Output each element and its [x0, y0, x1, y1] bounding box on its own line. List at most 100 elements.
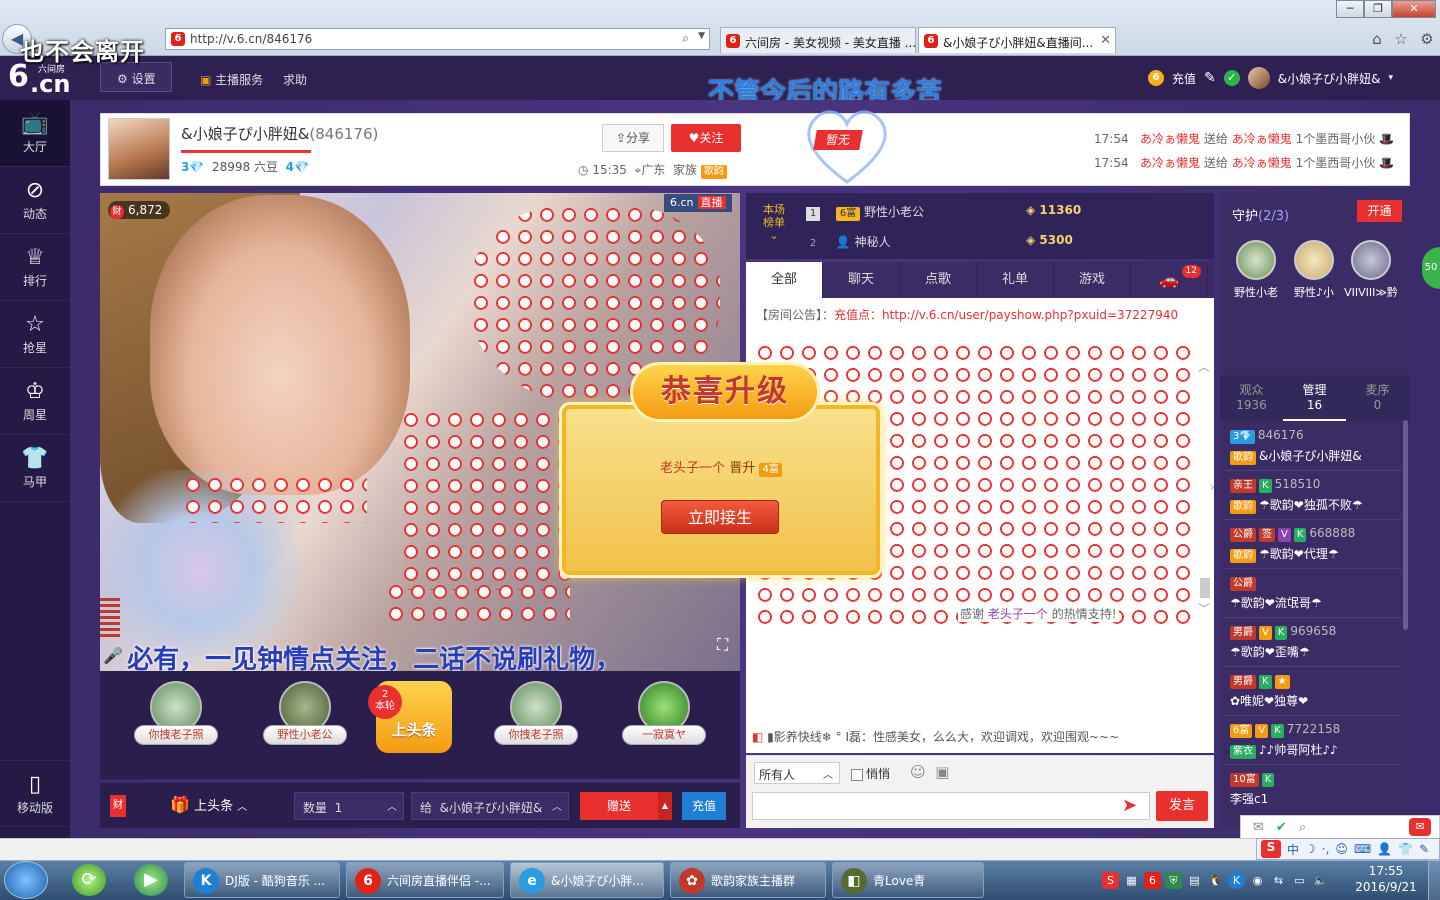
emoji-icon[interactable]: ☺	[910, 763, 926, 781]
follow-button[interactable]: ♥关注	[671, 124, 741, 152]
show-desktop-button[interactable]	[1428, 860, 1440, 900]
user-row[interactable]: 亲王 K 518510	[1230, 477, 1402, 493]
shirt-icon[interactable]: 👕	[1398, 842, 1413, 856]
star-icon[interactable]: ☆	[1394, 30, 1407, 50]
ime-mode[interactable]: 中	[1287, 841, 1299, 858]
6cn-tray-icon[interactable]: 6	[1144, 871, 1161, 889]
recharge-button[interactable]: 充值	[682, 792, 726, 820]
nav-vest[interactable]: 👕 马甲	[0, 435, 70, 502]
user-row[interactable]: 男爵 V K 969658	[1230, 624, 1402, 640]
user-name-row[interactable]: 李强c1	[1230, 790, 1402, 807]
tab-audience[interactable]: 观众 1936	[1220, 375, 1283, 421]
ranking-label[interactable]: 本场榜单 ⌄	[760, 203, 788, 242]
user-row[interactable]: 男爵 K ★	[1230, 673, 1402, 689]
moon-icon[interactable]: ☽	[1305, 842, 1316, 856]
gear-icon[interactable]: ⚙	[1420, 30, 1433, 50]
speaker-icon[interactable]: 🔈	[1312, 872, 1329, 889]
chat-bubble-icon[interactable]: ✉	[1409, 818, 1431, 836]
network-icon[interactable]: ▦	[1123, 872, 1140, 889]
tab-all[interactable]: 全部	[746, 262, 823, 298]
system-clock[interactable]: 17:55 2016/9/21	[1350, 863, 1422, 897]
anchor-service-link[interactable]: ▣ 主播服务	[200, 71, 263, 88]
refresh-app-icon[interactable]: ⟳	[72, 864, 106, 896]
user-icon[interactable]: 👤	[1377, 842, 1392, 856]
maximize-button[interactable]: ❐	[1364, 0, 1392, 18]
user-list-scrollbar[interactable]	[1403, 420, 1408, 630]
header-username[interactable]: &小娘子ぴ小胖妞&	[1278, 70, 1381, 87]
user-row[interactable]: 6富 V K 7722158	[1230, 722, 1402, 738]
user-name-row[interactable]: 歌韵 ☂歌韵❤独孤不败☂	[1230, 496, 1402, 514]
gift-from[interactable]: あ冷ぁ懒鬼	[1140, 132, 1200, 146]
wrench-icon[interactable]: ✎	[1419, 842, 1429, 856]
user-row[interactable]: 10富 K	[1230, 771, 1402, 787]
nav-weekly-star[interactable]: ♔ 周星	[0, 368, 70, 435]
gift-item[interactable]: 你拽老子照	[126, 681, 226, 761]
ranking-row[interactable]: 2 👤 神秘人 ◈ 5300	[806, 233, 1106, 251]
taskbar-button[interactable]: ◧ 青Love青	[832, 862, 984, 898]
chevron-down-icon[interactable]: ﹀	[1198, 600, 1210, 617]
avatar[interactable]	[1247, 67, 1270, 89]
search-icon[interactable]: ⌕	[682, 31, 689, 46]
help-link[interactable]: 求助	[283, 71, 307, 88]
chevron-right-icon[interactable]: ›	[1210, 480, 1220, 500]
chevron-down-icon[interactable]: ▾	[1388, 73, 1393, 83]
share-button[interactable]: ⇪分享	[602, 124, 664, 152]
anchor-avatar[interactable]	[108, 118, 170, 180]
user-name-row[interactable]: ☂歌韵❤歪嘴☂	[1230, 643, 1402, 660]
tab-car[interactable]: 🚗 12	[1131, 262, 1208, 298]
taskbar-button[interactable]: e &小娘子ぴ小胖...	[510, 862, 664, 898]
ranking-row[interactable]: 1 6富 野性小老公 ◈ 11360	[806, 203, 1106, 221]
gift-item[interactable]: 一寂寞ヤ	[614, 681, 714, 761]
tab-gifts[interactable]: 礼单	[977, 262, 1054, 298]
gift-to[interactable]: あ冷ぁ懒鬼	[1232, 132, 1292, 146]
recipient-select[interactable]: 所有人 ︿	[754, 762, 840, 784]
taskbar-button[interactable]: 6 六间房直播伴侣 -...	[346, 862, 504, 898]
send-gift-button[interactable]: 赠送	[580, 792, 658, 820]
smile-icon[interactable]: ☺	[1335, 842, 1348, 856]
nav-mobile[interactable]: ▯ 移动版	[0, 760, 70, 827]
nav-feed[interactable]: ⊘ 动态	[0, 167, 70, 234]
browser-tab-room[interactable]: 6 &小娘子ぴ小胖妞&直播间... ✕	[918, 27, 1116, 53]
chevron-down-icon[interactable]: ▼	[698, 31, 705, 41]
close-window-button[interactable]: ✕	[1392, 0, 1436, 18]
shield-icon[interactable]: ⛨	[1165, 871, 1182, 889]
notice-link[interactable]: http://v.6.cn/user/payshow.php?pxuid=372…	[882, 308, 1178, 322]
headline-button[interactable]: 🎁 上头条 ︿	[170, 795, 247, 814]
home-icon[interactable]: ⌂	[1372, 30, 1382, 50]
mic-icon[interactable]: 🎤	[103, 646, 123, 665]
levelup-accept-button[interactable]: 立即接生	[661, 500, 779, 534]
whisper-checkbox[interactable]	[851, 768, 863, 781]
display-icon[interactable]: ▭	[1291, 872, 1308, 889]
browser-tab-6cn[interactable]: 6 六间房 - 美女视频 - 美女直播 ...	[720, 27, 916, 53]
check-icon[interactable]: ✔	[1276, 820, 1287, 835]
quantity-select[interactable]: 数量 1 ︿	[294, 792, 404, 820]
punct-icon[interactable]: ·,	[1322, 842, 1330, 856]
user-name-row[interactable]: 歌韵 &小娘子ぴ小胖妞&	[1230, 447, 1402, 465]
open-guard-button[interactable]: 开通	[1357, 200, 1402, 222]
close-icon[interactable]: ✕	[1100, 33, 1111, 48]
mail-icon[interactable]: ✉	[1253, 820, 1264, 835]
scroll-thumb[interactable]	[1200, 578, 1210, 598]
wealth-icon[interactable]: 财	[110, 795, 126, 817]
gift-item[interactable]: 野性小老公	[255, 681, 355, 761]
sogou-tray-icon[interactable]: S	[1102, 871, 1119, 889]
minimize-button[interactable]: ─	[1336, 0, 1364, 18]
paper-plane-icon[interactable]: ➤	[1122, 795, 1137, 816]
user-name-row[interactable]: ✿唯妮❤独尊❤	[1230, 692, 1402, 709]
gift-to[interactable]: あ冷ぁ懒鬼	[1232, 156, 1292, 170]
nav-ranking[interactable]: ♕ 排行	[0, 234, 70, 301]
edit-icon[interactable]: ✎	[1204, 70, 1216, 86]
user-row[interactable]: 3💎 846176	[1230, 428, 1402, 444]
zoom-icon[interactable]: ⌕	[1299, 820, 1306, 835]
whisper-toggle[interactable]: 悄悄	[851, 765, 890, 782]
user-name-row[interactable]: 紫衣 ♪♪帅哥阿杜♪♪	[1230, 741, 1402, 759]
family-tag[interactable]: 歌韵	[700, 165, 727, 179]
start-button[interactable]	[4, 861, 48, 899]
address-bar[interactable]: 6 http://v.6.cn/846176 ⌕ ▼	[165, 28, 710, 50]
cpu-icon[interactable]: ▤	[1186, 872, 1203, 889]
nav-hall[interactable]: 📺 大厅	[0, 100, 70, 167]
guard-member[interactable]: 野性小老	[1228, 240, 1284, 300]
recharge-link[interactable]: 充值	[1172, 70, 1196, 87]
tab-admin[interactable]: 管理 16	[1283, 375, 1346, 421]
taskbar-button[interactable]: K DJ版 - 酷狗音乐 ...	[184, 862, 340, 898]
